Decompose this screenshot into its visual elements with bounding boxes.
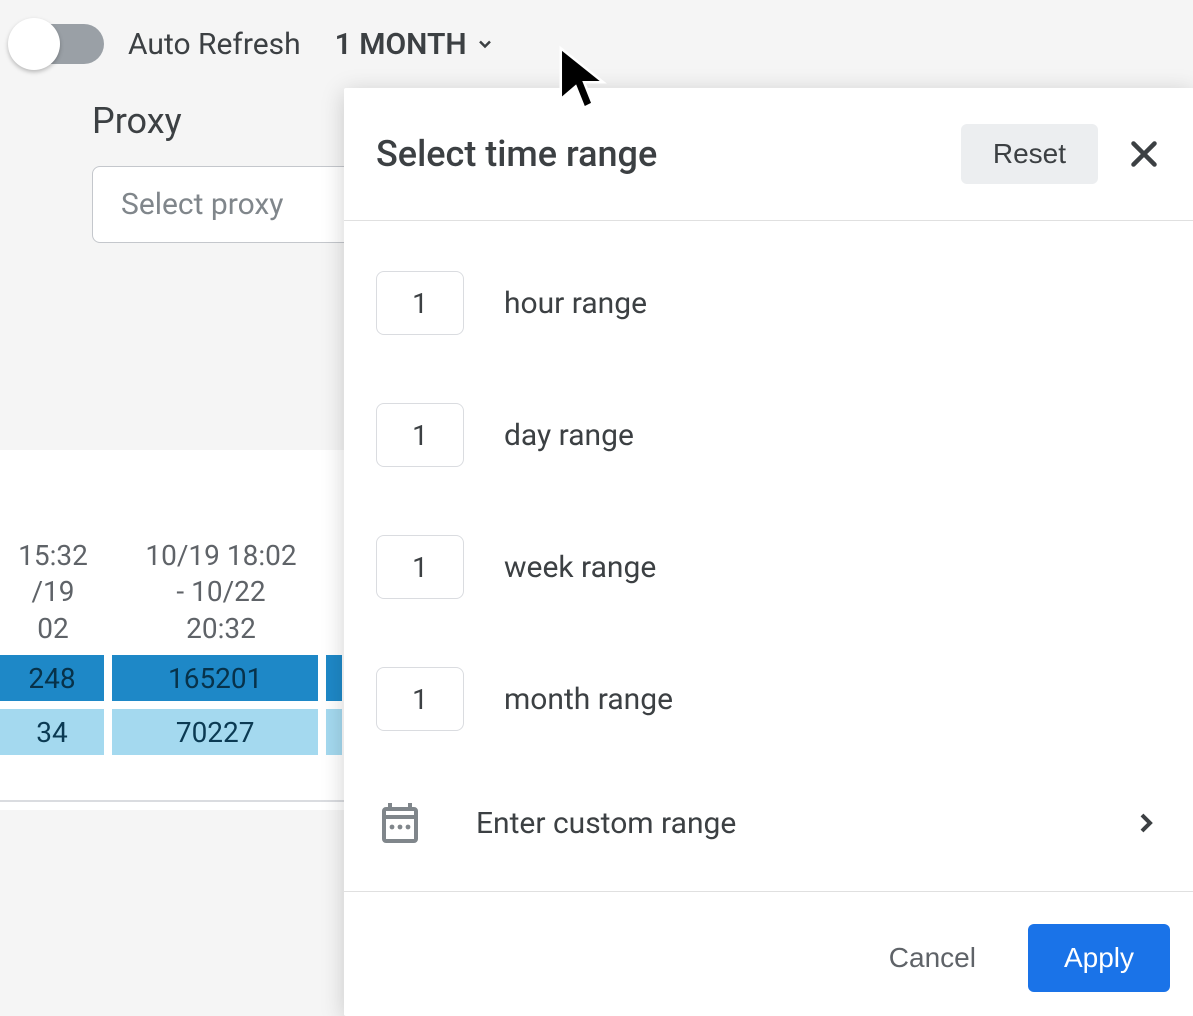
data-cell-stub — [326, 655, 342, 701]
popover-header: Select time range Reset — [344, 88, 1193, 221]
week-range-label: week range — [504, 550, 656, 585]
date-col-2: 10/19 18:02 - 10/22 20:32 — [114, 538, 328, 647]
proxy-select[interactable]: Select proxy — [92, 166, 352, 243]
calendar-icon — [376, 799, 424, 847]
toggle-knob — [8, 18, 60, 70]
custom-range-row[interactable]: Enter custom range — [344, 765, 1193, 891]
cancel-button[interactable]: Cancel — [881, 930, 984, 986]
day-range-input[interactable] — [376, 403, 464, 467]
auto-refresh-label: Auto Refresh — [128, 27, 301, 62]
chevron-down-icon — [475, 34, 495, 54]
date-text: 20:32 — [114, 611, 328, 647]
hour-range-input[interactable] — [376, 271, 464, 335]
data-cell-stub — [326, 709, 342, 755]
data-row-2: 34 70227 — [0, 709, 350, 755]
date-header-row: 15:32 /19 02 10/19 18:02 - 10/22 20:32 — [0, 538, 350, 647]
custom-range-left: Enter custom range — [376, 799, 736, 847]
toolbar: Auto Refresh 1 MONTH — [0, 0, 1193, 76]
section-divider — [0, 800, 345, 802]
date-text: /19 — [0, 574, 106, 610]
data-area: 15:32 /19 02 10/19 18:02 - 10/22 20:32 2… — [0, 538, 350, 755]
popover-title: Select time range — [376, 133, 657, 175]
time-range-dropdown[interactable]: 1 MONTH — [335, 27, 495, 62]
reset-button[interactable]: Reset — [961, 124, 1098, 184]
date-text: 10/19 18:02 — [114, 538, 328, 574]
custom-range-label: Enter custom range — [476, 806, 736, 841]
date-text: 15:32 — [0, 538, 106, 574]
date-text: 02 — [0, 611, 106, 647]
time-range-popover: Select time range Reset hour range day r… — [344, 88, 1193, 1016]
range-row-day[interactable]: day range — [376, 369, 1162, 501]
data-cell: 34 — [0, 709, 104, 755]
time-range-current: 1 MONTH — [335, 27, 467, 62]
range-row-month[interactable]: month range — [376, 633, 1162, 765]
auto-refresh-control: Auto Refresh — [12, 24, 301, 64]
week-range-input[interactable] — [376, 535, 464, 599]
data-cell: 248 — [0, 655, 104, 701]
auto-refresh-toggle[interactable] — [12, 24, 104, 64]
range-row-week[interactable]: week range — [376, 501, 1162, 633]
day-range-label: day range — [504, 418, 634, 453]
range-row-hour[interactable]: hour range — [376, 237, 1162, 369]
chevron-right-icon — [1130, 807, 1162, 839]
month-range-input[interactable] — [376, 667, 464, 731]
popover-footer: Cancel Apply — [344, 891, 1193, 1016]
date-text: - 10/22 — [114, 574, 328, 610]
data-cell: 70227 — [112, 709, 318, 755]
data-row-1: 248 165201 — [0, 655, 350, 701]
popover-header-actions: Reset — [961, 124, 1162, 184]
hour-range-label: hour range — [504, 286, 647, 321]
month-range-label: month range — [504, 682, 673, 717]
proxy-select-placeholder: Select proxy — [121, 187, 283, 222]
close-icon[interactable] — [1126, 136, 1162, 172]
date-col-1: 15:32 /19 02 — [0, 538, 106, 647]
data-cell: 165201 — [112, 655, 318, 701]
apply-button[interactable]: Apply — [1028, 924, 1170, 992]
range-list: hour range day range week range month ra… — [344, 221, 1193, 765]
